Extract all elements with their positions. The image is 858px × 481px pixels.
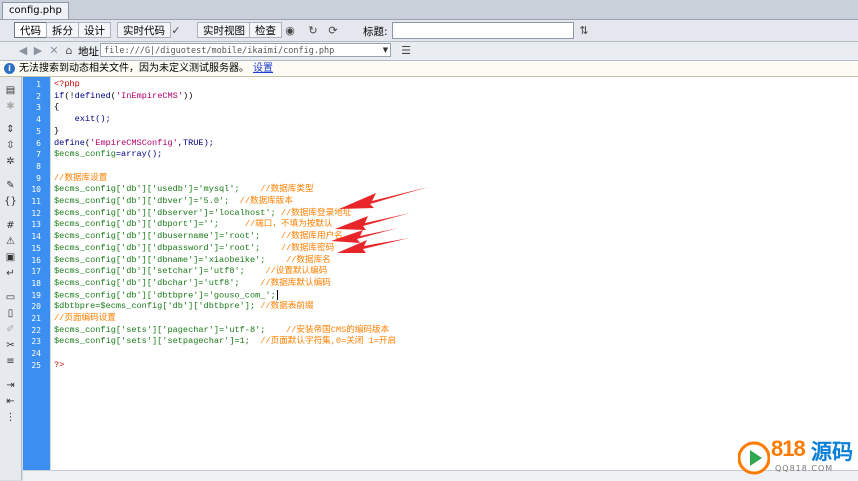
annotation-arrow [335,213,410,230]
annotation-arrow [331,228,398,243]
annotation-arrows [331,187,428,253]
watermark-logo: 818 源码 QQ818.COM [738,436,858,480]
watermark-number: 818 [771,436,806,461]
play-logo-icon [738,441,770,475]
watermark-name: 源码 [811,440,853,464]
annotation-arrow [339,187,428,209]
watermark-url: QQ818.COM [775,464,834,473]
